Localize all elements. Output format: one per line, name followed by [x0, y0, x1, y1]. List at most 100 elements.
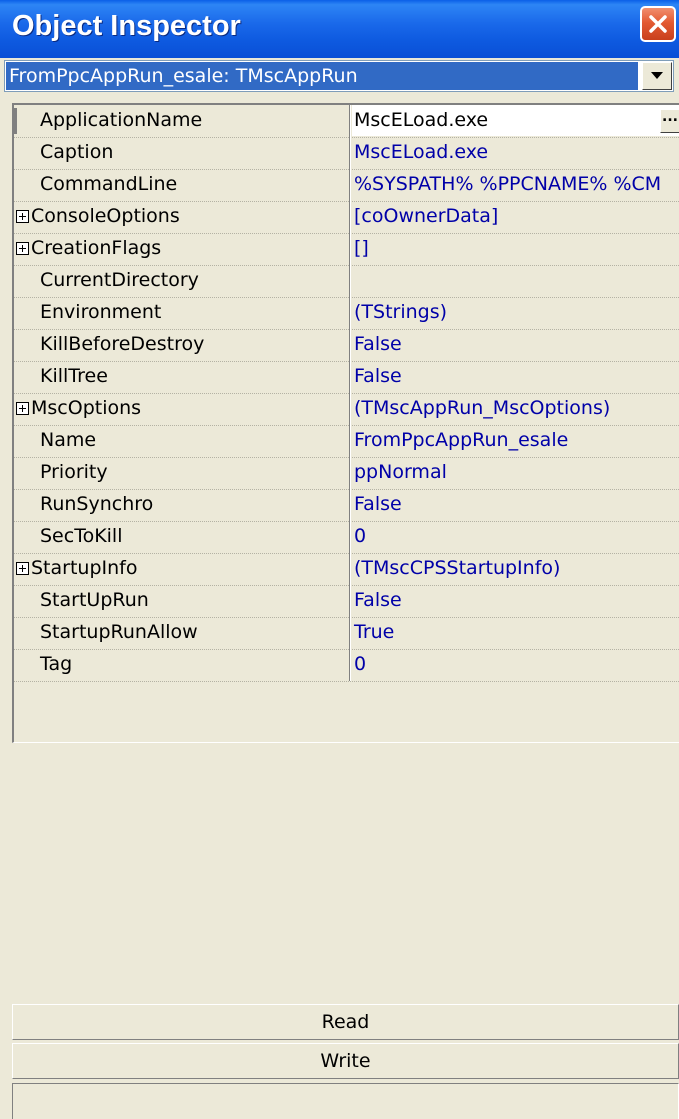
property-row[interactable]: ConsoleOptions [coOwnerData] [14, 201, 679, 234]
property-row[interactable]: StartupRunAllow True [14, 617, 679, 650]
column-separator [349, 585, 351, 617]
property-name: KillBeforeDestroy [14, 329, 349, 360]
property-row[interactable]: Environment (TStrings) [14, 297, 679, 330]
property-row[interactable]: StartupInfo (TMscCPSStartupInfo) [14, 553, 679, 586]
property-row[interactable]: RunSynchro False [14, 489, 679, 522]
property-name: CommandLine [14, 169, 349, 200]
property-name: Name [14, 425, 349, 456]
property-name: Priority [14, 457, 349, 488]
property-row[interactable]: Caption MscELoad.exe [14, 137, 679, 170]
property-row[interactable]: ApplicationName MscELoad.exe... [14, 105, 679, 138]
property-name: CreationFlags [14, 233, 349, 264]
property-value[interactable]: FromPpcAppRun_esale [352, 425, 679, 456]
property-row[interactable]: CreationFlags [] [14, 233, 679, 266]
column-separator [349, 489, 351, 521]
property-row[interactable]: MscOptions (TMscAppRun_MscOptions) [14, 393, 679, 426]
property-value[interactable]: [] [352, 233, 679, 264]
property-name: StartupRunAllow [14, 617, 349, 648]
plus-box-icon[interactable] [16, 210, 29, 223]
property-value[interactable]: (TMscCPSStartupInfo) [352, 553, 679, 584]
property-name-label: CreationFlags [31, 237, 162, 259]
property-row[interactable]: CurrentDirectory [14, 265, 679, 298]
property-name: ApplicationName [14, 105, 349, 136]
property-name-label: KillTree [40, 365, 108, 387]
title-bar[interactable]: Object Inspector [0, 0, 679, 58]
property-name-label: Priority [40, 461, 108, 483]
property-row[interactable]: StartUpRun False [14, 585, 679, 618]
property-name: ConsoleOptions [14, 201, 349, 232]
property-name-label: StartupRunAllow [40, 621, 198, 643]
property-name-label: StartUpRun [40, 589, 149, 611]
property-name-label: StartupInfo [31, 557, 138, 579]
component-selector-value: FromPpcAppRun_esale: TMscAppRun [6, 62, 638, 90]
property-name-label: MscOptions [31, 397, 142, 419]
column-separator [349, 361, 351, 393]
property-value[interactable]: 0 [352, 521, 679, 552]
column-separator [349, 137, 351, 169]
property-name: CurrentDirectory [14, 265, 349, 296]
property-row[interactable]: SecToKill 0 [14, 521, 679, 554]
property-row[interactable]: Tag 0 [14, 649, 679, 682]
column-separator [349, 169, 351, 201]
property-name-label: ApplicationName [40, 109, 203, 131]
column-separator [349, 649, 351, 681]
property-value[interactable]: True [352, 617, 679, 648]
property-value[interactable]: (TStrings) [352, 297, 679, 328]
column-separator [349, 265, 351, 297]
property-name-label: Caption [40, 141, 114, 163]
property-row[interactable]: Priority ppNormal [14, 457, 679, 490]
read-button[interactable]: Read [12, 1004, 679, 1040]
property-name-label: CommandLine [40, 173, 178, 195]
component-selector[interactable]: FromPpcAppRun_esale: TMscAppRun [4, 60, 674, 92]
close-button[interactable] [640, 6, 676, 42]
dropdown-button[interactable] [642, 62, 672, 90]
property-row[interactable]: CommandLine %SYSPATH% %PPCNAME% %CM [14, 169, 679, 202]
column-separator [349, 617, 351, 649]
column-separator [349, 553, 351, 585]
property-value[interactable] [352, 265, 679, 296]
column-separator [349, 457, 351, 489]
property-value[interactable]: 0 [352, 649, 679, 680]
column-separator [349, 105, 351, 137]
property-name: Environment [14, 297, 349, 328]
column-separator [349, 297, 351, 329]
property-name-label: RunSynchro [40, 493, 154, 515]
property-value[interactable]: False [352, 329, 679, 360]
column-separator [349, 329, 351, 361]
write-button[interactable]: Write [12, 1043, 679, 1079]
property-row[interactable]: KillTree False [14, 361, 679, 394]
column-separator [349, 425, 351, 457]
property-value[interactable]: False [352, 489, 679, 520]
property-value[interactable]: False [352, 361, 679, 392]
property-row[interactable]: Name FromPpcAppRun_esale [14, 425, 679, 458]
property-value[interactable]: (TMscAppRun_MscOptions) [352, 393, 679, 424]
property-value[interactable]: %SYSPATH% %PPCNAME% %CM [352, 169, 679, 200]
property-name: KillTree [14, 361, 349, 392]
property-value[interactable]: ppNormal [352, 457, 679, 488]
ellipsis-button[interactable]: ... [660, 109, 679, 133]
plus-box-icon[interactable] [16, 402, 29, 415]
property-name-label: Name [40, 429, 97, 451]
plus-box-icon[interactable] [16, 562, 29, 575]
property-name: MscOptions [14, 393, 349, 424]
property-value[interactable]: False [352, 585, 679, 616]
property-row[interactable]: KillBeforeDestroy False [14, 329, 679, 362]
property-name: StartupInfo [14, 553, 349, 584]
property-value[interactable]: MscELoad.exe [352, 105, 679, 136]
property-name: Caption [14, 137, 349, 168]
property-name-label: ConsoleOptions [31, 205, 180, 227]
property-value[interactable]: [coOwnerData] [352, 201, 679, 232]
window-title: Object Inspector [12, 10, 241, 42]
plus-box-icon[interactable] [16, 242, 29, 255]
property-name: RunSynchro [14, 489, 349, 520]
column-separator [349, 201, 351, 233]
column-separator [349, 393, 351, 425]
property-grid: ApplicationName MscELoad.exe... Caption Msc… [12, 103, 679, 743]
property-value[interactable]: MscELoad.exe [352, 137, 679, 168]
chevron-down-icon [651, 72, 663, 79]
status-bar [12, 1083, 679, 1119]
close-icon [649, 15, 667, 33]
property-name-label: SecToKill [40, 525, 123, 547]
property-name: StartUpRun [14, 585, 349, 616]
property-name-label: KillBeforeDestroy [40, 333, 205, 355]
